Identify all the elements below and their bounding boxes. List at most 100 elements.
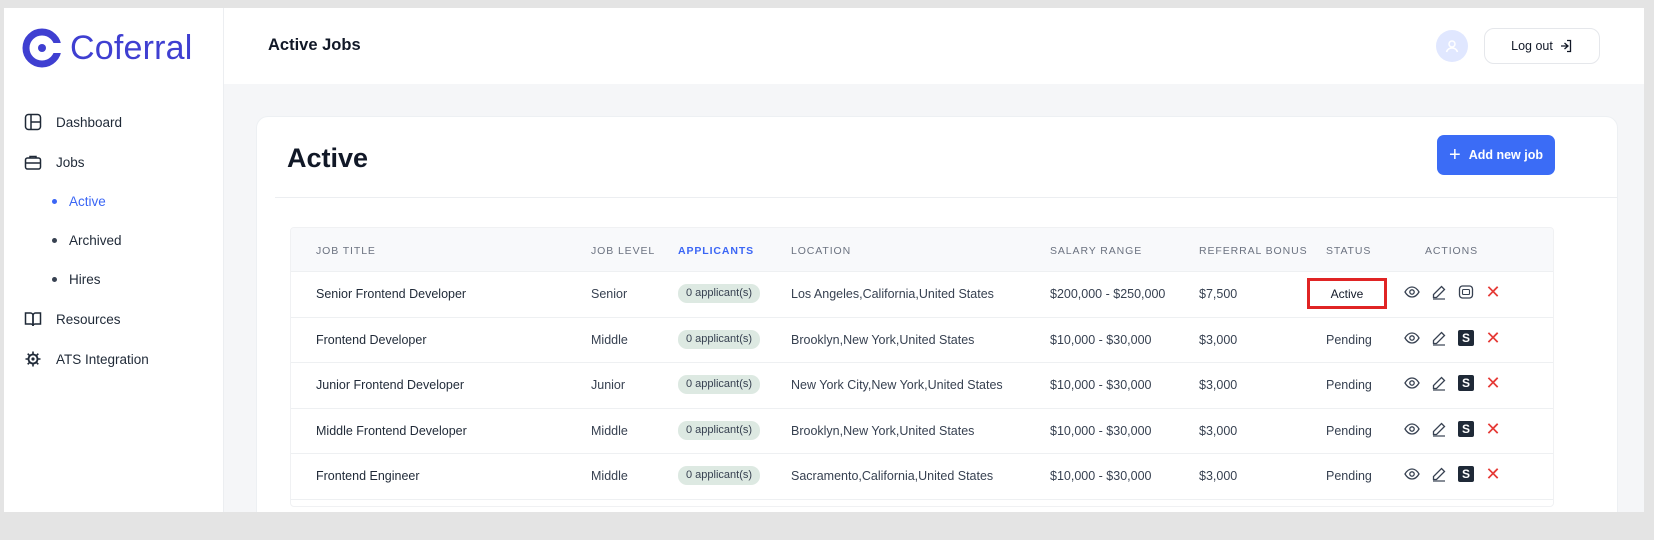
- logout-icon: [1560, 39, 1572, 53]
- bullet-icon: [52, 277, 57, 282]
- top-bar: Active Jobs Log out: [224, 8, 1644, 84]
- table-row[interactable]: Frontend Developer Middle 0 applicant(s)…: [291, 318, 1553, 363]
- view-eye-icon[interactable]: [1403, 329, 1421, 347]
- s-badge-icon[interactable]: S: [1457, 374, 1475, 392]
- sidebar-subitem-active[interactable]: Active: [22, 182, 212, 221]
- sidebar-item-label: Dashboard: [56, 114, 123, 130]
- status-badge: Pending: [1326, 378, 1372, 392]
- edit-pencil-icon[interactable]: [1430, 420, 1448, 438]
- plus-icon: +: [1449, 144, 1461, 166]
- delete-close-icon[interactable]: ✕: [1484, 329, 1502, 347]
- edit-pencil-icon[interactable]: [1430, 329, 1448, 347]
- location-cell: Los Angeles,California,United States: [791, 287, 994, 301]
- column-header-job-level[interactable]: JOB LEVEL: [591, 245, 655, 257]
- table-row[interactable]: Middle Frontend Developer Middle 0 appli…: [291, 409, 1553, 454]
- sidebar-item-ats-integration[interactable]: ATS Integration: [22, 339, 212, 379]
- job-title-cell[interactable]: Middle Frontend Developer: [316, 424, 467, 438]
- column-header-applicants[interactable]: APPLICANTS: [678, 245, 754, 257]
- job-level-cell: Middle: [591, 469, 628, 483]
- main-content: Active Jobs Log out Active + Add new job…: [224, 8, 1644, 512]
- card-title: Active: [287, 143, 369, 173]
- applicants-badge[interactable]: 0 applicant(s): [678, 466, 761, 485]
- brand-logo[interactable]: Coferral: [22, 28, 193, 68]
- page-title: Active Jobs: [268, 36, 361, 54]
- sidebar-subitem-archived[interactable]: Archived: [22, 221, 212, 260]
- s-badge-label: S: [1458, 466, 1474, 482]
- bullet-icon: [52, 199, 57, 204]
- briefcase-icon: [22, 151, 44, 173]
- job-level-cell: Middle: [591, 423, 628, 438]
- table-row[interactable]: Frontend Engineer Middle 0 applicant(s) …: [291, 454, 1553, 500]
- row-actions: S ✕: [1403, 420, 1502, 438]
- bonus-cell: $3,000: [1199, 332, 1238, 347]
- column-header-job-title[interactable]: JOB TITLE: [316, 245, 376, 257]
- sidebar-item-label: Jobs: [56, 154, 85, 170]
- column-header-salary-range[interactable]: SALARY RANGE: [1050, 245, 1142, 257]
- avatar[interactable]: [1436, 30, 1468, 62]
- edit-pencil-icon[interactable]: [1430, 465, 1448, 483]
- add-new-job-label: Add new job: [1468, 148, 1543, 162]
- sidebar-nav: Dashboard Jobs Active Archived Hires Res…: [22, 102, 212, 379]
- sidebar-item-resources[interactable]: Resources: [22, 299, 212, 339]
- status-badge: Pending: [1326, 423, 1372, 438]
- view-eye-icon[interactable]: [1403, 465, 1421, 483]
- logout-button[interactable]: Log out: [1484, 28, 1600, 64]
- logout-label: Log out: [1511, 39, 1553, 53]
- integration-icon: [22, 348, 44, 370]
- sidebar-item-dashboard[interactable]: Dashboard: [22, 102, 212, 142]
- sidebar-item-label: Archived: [69, 233, 122, 248]
- column-header-status[interactable]: STATUS: [1326, 245, 1371, 257]
- dashboard-icon: [22, 111, 44, 133]
- s-badge-icon[interactable]: S: [1457, 420, 1475, 438]
- view-eye-icon[interactable]: [1403, 283, 1421, 301]
- sidebar-item-label: ATS Integration: [56, 351, 149, 367]
- user-icon: [1445, 40, 1459, 53]
- table-header: JOB TITLE JOB LEVEL APPLICANTS LOCATION …: [291, 228, 1553, 272]
- status-badge: Pending: [1326, 332, 1372, 347]
- s-badge-icon[interactable]: S: [1457, 329, 1475, 347]
- applicants-badge[interactable]: 0 applicant(s): [678, 375, 761, 394]
- table-row[interactable]: Junior Frontend Developer Junior 0 appli…: [291, 363, 1553, 409]
- table-row[interactable]: Senior Frontend Developer Senior 0 appli…: [291, 272, 1553, 318]
- sidebar: Coferral Dashboard Jobs Active Archived …: [4, 8, 224, 512]
- edit-pencil-icon[interactable]: [1430, 374, 1448, 392]
- job-title-cell[interactable]: Frontend Engineer: [316, 469, 420, 483]
- archive-icon[interactable]: [1457, 283, 1475, 301]
- job-level-cell: Junior: [591, 378, 626, 392]
- job-level-cell: Middle: [591, 332, 628, 347]
- sidebar-item-jobs[interactable]: Jobs: [22, 142, 212, 182]
- delete-close-icon[interactable]: ✕: [1484, 283, 1502, 301]
- add-new-job-button[interactable]: + Add new job: [1437, 135, 1555, 175]
- view-eye-icon[interactable]: [1403, 420, 1421, 438]
- view-eye-icon[interactable]: [1403, 374, 1421, 392]
- sidebar-item-label: Active: [69, 194, 106, 209]
- salary-cell: $10,000 - $30,000: [1050, 469, 1152, 483]
- applicants-badge[interactable]: 0 applicant(s): [678, 329, 761, 349]
- column-header-referral-bonus[interactable]: REFERRAL BONUS: [1199, 245, 1307, 257]
- edit-pencil-icon[interactable]: [1430, 283, 1448, 301]
- delete-close-icon[interactable]: ✕: [1484, 420, 1502, 438]
- sidebar-subitem-hires[interactable]: Hires: [22, 260, 212, 299]
- column-header-location[interactable]: LOCATION: [791, 245, 851, 257]
- sidebar-item-label: Hires: [69, 272, 101, 287]
- delete-close-icon[interactable]: ✕: [1484, 465, 1502, 483]
- book-icon: [22, 308, 44, 330]
- brand-name: Coferral: [70, 28, 193, 67]
- job-title-cell[interactable]: Senior Frontend Developer: [316, 287, 466, 301]
- s-badge-icon[interactable]: S: [1457, 465, 1475, 483]
- location-cell: Sacramento,California,United States: [791, 469, 994, 483]
- applicants-badge[interactable]: 0 applicant(s): [678, 420, 761, 440]
- jobs-card: Active + Add new job JOB TITLE JOB LEVEL…: [256, 116, 1618, 512]
- delete-close-icon[interactable]: ✕: [1484, 374, 1502, 392]
- sidebar-item-label: Resources: [56, 311, 121, 327]
- divider: [275, 197, 1617, 198]
- salary-cell: $10,000 - $30,000: [1050, 378, 1152, 392]
- applicants-badge[interactable]: 0 applicant(s): [678, 284, 761, 303]
- location-cell: Brooklyn,New York,United States: [791, 423, 975, 438]
- row-actions: S ✕: [1403, 329, 1502, 347]
- job-title-cell[interactable]: Junior Frontend Developer: [316, 378, 464, 392]
- job-title-cell[interactable]: Frontend Developer: [316, 333, 426, 347]
- column-header-actions: ACTIONS: [1425, 245, 1478, 257]
- s-badge-label: S: [1458, 420, 1474, 437]
- salary-cell: $10,000 - $30,000: [1050, 332, 1152, 347]
